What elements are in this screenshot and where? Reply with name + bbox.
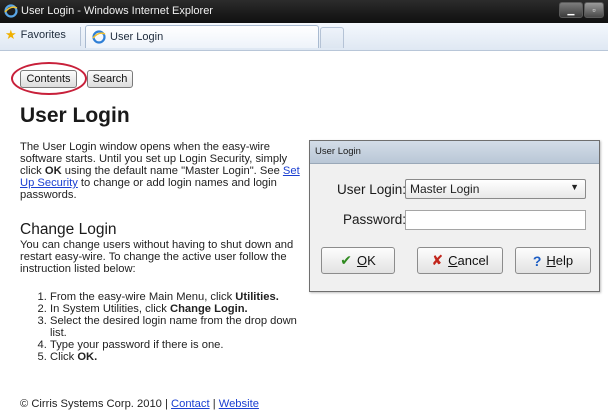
dialog-title: User Login: [315, 146, 361, 157]
maximize-icon: ▫: [592, 5, 596, 15]
list-item: Type your password if there is one.: [50, 339, 310, 351]
dialog-title-bar: User Login: [310, 141, 599, 164]
help-label-rest: elp: [555, 253, 574, 268]
step-text: Click: [50, 351, 78, 363]
window-title-bar: User Login - Windows Internet Explorer ▁…: [0, 0, 608, 23]
new-tab-button[interactable]: [320, 27, 344, 48]
contact-link[interactable]: Contact: [171, 398, 210, 410]
intro-bold-ok: OK: [44, 165, 62, 177]
footer-text: © Cirris Systems Corp. 2010 |: [20, 398, 172, 410]
question-icon: ?: [532, 252, 542, 269]
step-text: From the easy-wire Main Menu, click: [50, 291, 236, 303]
tab-label: User Login: [110, 31, 164, 43]
step-text: Type your password if there is one.: [50, 339, 224, 351]
ok-label: OK: [357, 253, 376, 268]
favorites-bar: ★ Favorites User Login: [0, 23, 608, 51]
section-title: Change Login: [20, 221, 117, 238]
steps-list: From the easy-wire Main Menu, click Util…: [20, 291, 310, 363]
cancel-label-rest: ancel: [457, 253, 489, 268]
footer: © Cirris Systems Corp. 2010 | Contact | …: [20, 398, 259, 410]
page-title: User Login: [20, 104, 130, 127]
list-item: In System Utilities, click Change Login.: [50, 303, 310, 315]
window-controls: ▁ ▫: [558, 2, 604, 19]
check-icon: ✔: [340, 252, 352, 268]
step-text: Select the desired login name from the d…: [50, 315, 297, 339]
list-item: From the easy-wire Main Menu, click Util…: [50, 291, 310, 303]
favorites-label: Favorites: [20, 29, 66, 41]
password-field[interactable]: [405, 210, 586, 230]
user-login-select[interactable]: Master Login ▼: [405, 179, 586, 199]
help-button[interactable]: ? Help: [515, 247, 591, 274]
password-label: Password:: [343, 212, 407, 227]
tab-user-login[interactable]: User Login: [85, 25, 319, 48]
ok-label-rest: K: [367, 253, 376, 268]
intro-paragraph: The User Login window opens when the eas…: [20, 141, 302, 201]
help-mnemonic: H: [546, 253, 556, 268]
step-bold: OK.: [77, 351, 98, 363]
separator: [80, 27, 81, 46]
section-paragraph: You can change users without having to s…: [20, 239, 294, 275]
website-link[interactable]: Website: [219, 398, 259, 410]
cancel-label: Cancel: [448, 253, 488, 268]
ie-icon: [92, 30, 106, 44]
user-login-dialog: User Login User Login: Master Login ▼ Pa…: [309, 140, 600, 292]
ok-mnemonic: O: [356, 253, 368, 268]
dropdown-arrow-icon: ▼: [570, 182, 579, 192]
ie-icon: [4, 4, 18, 18]
selected-login: Master Login: [410, 182, 480, 196]
star-icon: ★: [5, 27, 17, 42]
x-icon: ✘: [431, 252, 444, 268]
step-bold: Change Login.: [169, 303, 248, 315]
footer-separator: |: [209, 398, 219, 410]
list-item: Click OK.: [50, 351, 310, 363]
highlight-circle: [11, 62, 87, 95]
minimize-button[interactable]: ▁: [559, 2, 583, 18]
list-item: Select the desired login name from the d…: [50, 315, 310, 339]
window-title: User Login - Windows Internet Explorer: [21, 5, 213, 17]
ok-button[interactable]: ✔ OK: [321, 247, 395, 274]
user-login-label: User Login:: [337, 182, 407, 197]
intro-text-2: using the default name "Master Login". S…: [61, 165, 283, 177]
minimize-icon: ▁: [567, 5, 575, 15]
favorites-button[interactable]: ★ Favorites: [5, 27, 66, 42]
help-label: Help: [546, 253, 573, 268]
step-bold: Utilities.: [235, 291, 279, 303]
step-text: In System Utilities, click: [50, 303, 170, 315]
cancel-mnemonic: C: [448, 253, 458, 268]
maximize-button[interactable]: ▫: [584, 2, 604, 18]
cancel-button[interactable]: ✘ Cancel: [417, 247, 503, 274]
search-button[interactable]: Search: [87, 70, 133, 88]
